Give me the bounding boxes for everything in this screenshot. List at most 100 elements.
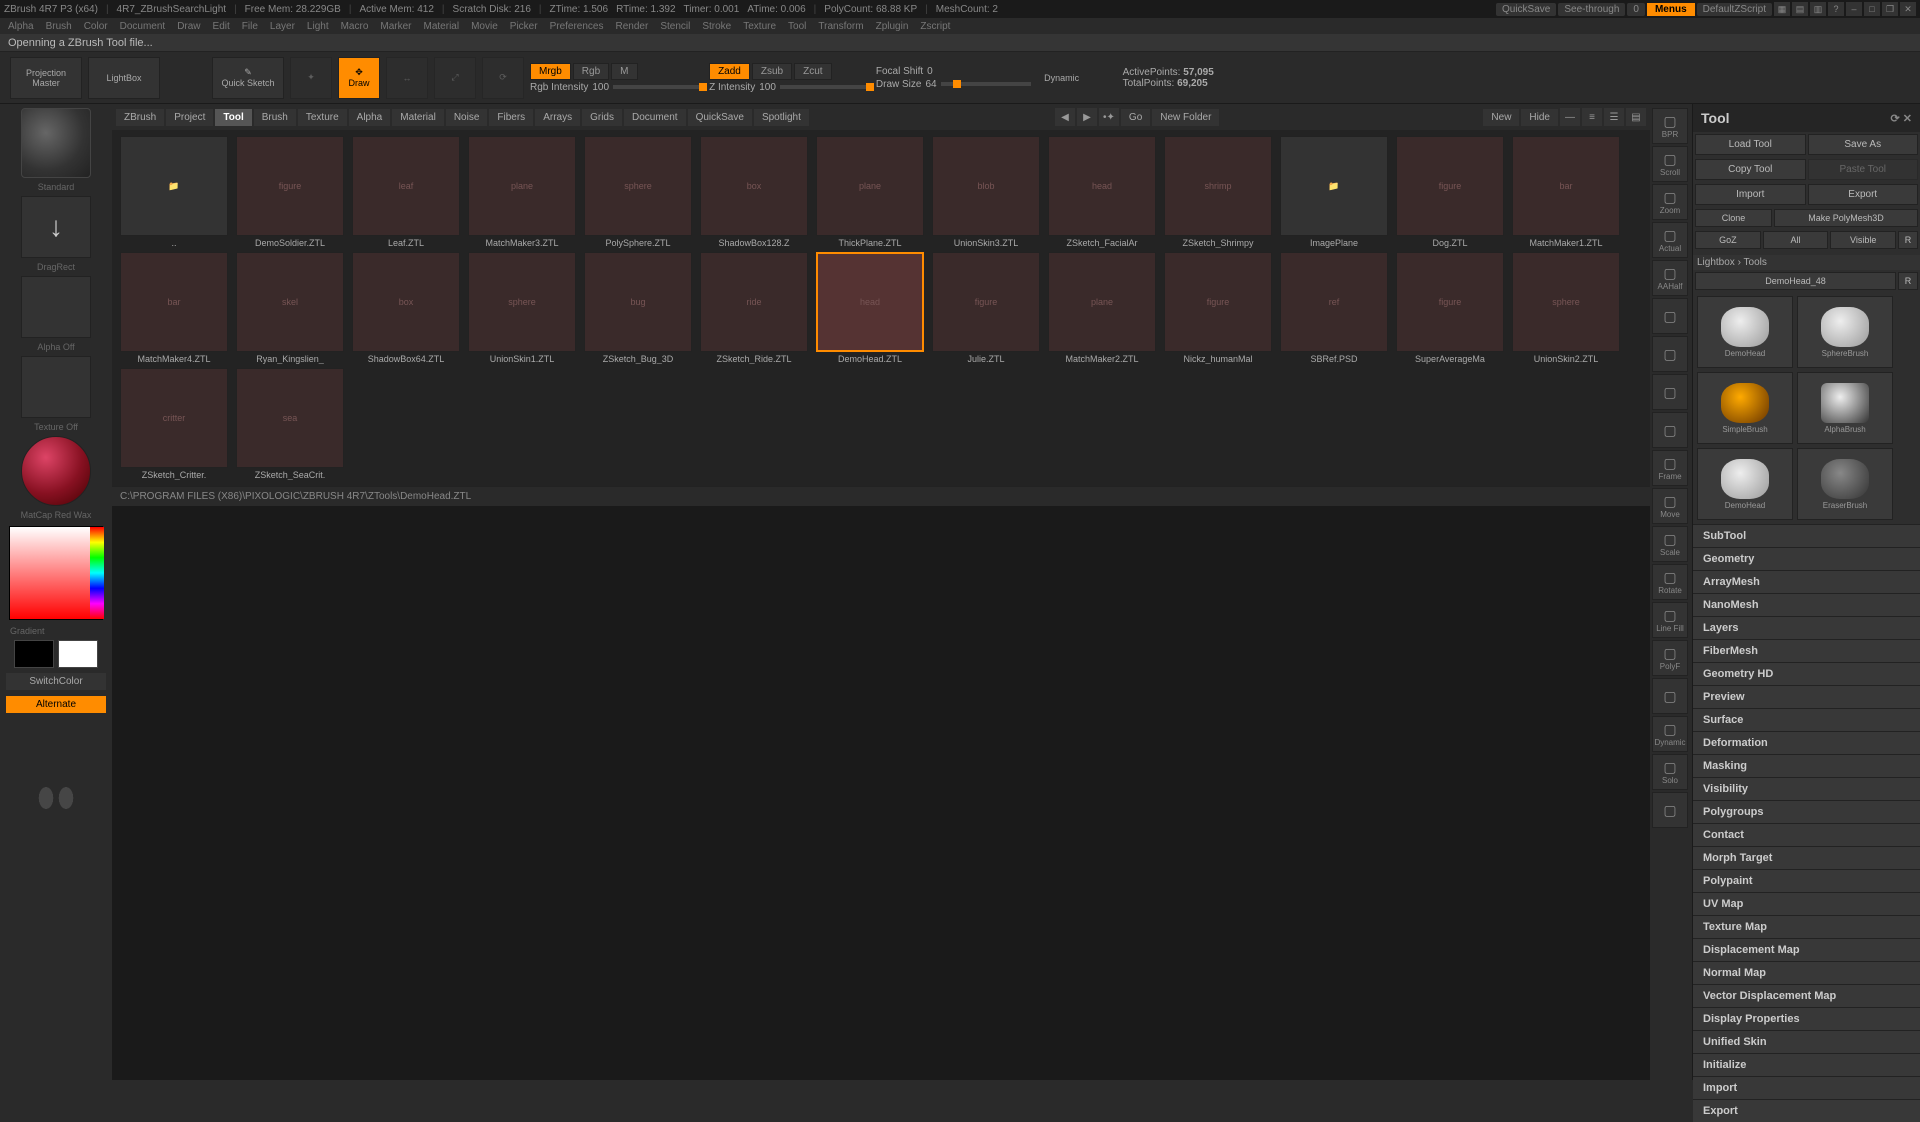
color-swatch-white[interactable] xyxy=(58,640,98,668)
lightbox-item[interactable]: planeMatchMaker2.ZTL xyxy=(1046,252,1158,364)
nav-prev-icon[interactable]: ◀ xyxy=(1055,108,1075,126)
lightbox-tab-tool[interactable]: Tool xyxy=(215,109,251,126)
menu-document[interactable]: Document xyxy=(120,21,166,32)
shelf-aahalf[interactable]: ▢AAHalf xyxy=(1652,260,1688,296)
lightbox-item[interactable]: shrimpZSketch_Shrimpy xyxy=(1162,136,1274,248)
lightbox-tab-brush[interactable]: Brush xyxy=(254,109,296,126)
view-large-icon[interactable]: ☰ xyxy=(1604,108,1624,126)
lightbox-item[interactable]: 📁ImagePlane xyxy=(1278,136,1390,248)
lightbox-item[interactable]: headZSketch_FacialAr xyxy=(1046,136,1158,248)
tool-thumb-demohead[interactable]: DemoHead xyxy=(1697,448,1793,520)
menu-zscript[interactable]: Zscript xyxy=(920,21,950,32)
lightbox-button[interactable]: LightBox xyxy=(88,57,160,99)
layout-icon[interactable]: ▦ xyxy=(1774,2,1790,16)
tool-thumb-alphabrush[interactable]: AlphaBrush xyxy=(1797,372,1893,444)
lightbox-tab-material[interactable]: Material xyxy=(392,109,444,126)
lightbox-tab-noise[interactable]: Noise xyxy=(446,109,488,126)
shelf-blank[interactable]: ▢ xyxy=(1652,336,1688,372)
tool-thumb-spherebrush[interactable]: SphereBrush xyxy=(1797,296,1893,368)
tool-thumb-eraserbrush[interactable]: EraserBrush xyxy=(1797,448,1893,520)
lightbox-tab-quicksave[interactable]: QuickSave xyxy=(688,109,752,126)
shelf-frame[interactable]: ▢Frame xyxy=(1652,450,1688,486)
shelf-polyf[interactable]: ▢PolyF xyxy=(1652,640,1688,676)
clone-button[interactable]: Clone xyxy=(1695,209,1772,227)
menu-texture[interactable]: Texture xyxy=(743,21,776,32)
menu-light[interactable]: Light xyxy=(307,21,329,32)
quick-sketch-button[interactable]: ✎ Quick Sketch xyxy=(212,57,284,99)
lightbox-item[interactable]: figureJulie.ZTL xyxy=(930,252,1042,364)
restore-icon[interactable]: ❐ xyxy=(1882,2,1898,16)
lightbox-tab-document[interactable]: Document xyxy=(624,109,686,126)
new-folder-button[interactable]: New Folder xyxy=(1152,109,1219,126)
category-visibility[interactable]: Visibility xyxy=(1693,777,1920,800)
menu-file[interactable]: File xyxy=(242,21,258,32)
lightbox-item[interactable]: 📁.. xyxy=(118,136,230,248)
maximize-icon[interactable]: □ xyxy=(1864,2,1880,16)
shelf-move[interactable]: ▢Move xyxy=(1652,488,1688,524)
r-button-2[interactable]: R xyxy=(1898,272,1918,290)
lightbox-tab-texture[interactable]: Texture xyxy=(298,109,347,126)
category-arraymesh[interactable]: ArrayMesh xyxy=(1693,570,1920,593)
paste-tool-button[interactable]: Paste Tool xyxy=(1808,159,1919,180)
lightbox-item[interactable]: figureSuperAverageMa xyxy=(1394,252,1506,364)
category-contact[interactable]: Contact xyxy=(1693,823,1920,846)
import-button[interactable]: Import xyxy=(1695,184,1806,205)
lightbox-item[interactable]: sphereUnionSkin2.ZTL xyxy=(1510,252,1622,364)
lightbox-tab-fibers[interactable]: Fibers xyxy=(489,109,533,126)
hide-button[interactable]: Hide xyxy=(1521,109,1558,126)
lightbox-tab-grids[interactable]: Grids xyxy=(582,109,622,126)
color-picker[interactable] xyxy=(9,526,103,620)
lightbox-item[interactable]: barMatchMaker4.ZTL xyxy=(118,252,230,364)
help-icon[interactable]: ? xyxy=(1828,2,1844,16)
move-icon[interactable]: ↔ xyxy=(386,57,428,99)
menu-draw[interactable]: Draw xyxy=(177,21,200,32)
category-displacement-map[interactable]: Displacement Map xyxy=(1693,938,1920,961)
gradient-label[interactable]: Gradient xyxy=(4,626,108,636)
lightbox-item[interactable]: critterZSketch_Critter. xyxy=(118,368,230,480)
z-intensity-slider[interactable] xyxy=(780,85,870,89)
lightbox-item[interactable]: seaZSketch_SeaCrit. xyxy=(234,368,346,480)
zadd-button[interactable]: Zadd xyxy=(709,63,750,80)
menu-alpha[interactable]: Alpha xyxy=(8,21,34,32)
mrgb-button[interactable]: Mrgb xyxy=(530,63,571,80)
category-uv-map[interactable]: UV Map xyxy=(1693,892,1920,915)
category-fibermesh[interactable]: FiberMesh xyxy=(1693,639,1920,662)
category-import[interactable]: Import xyxy=(1693,1076,1920,1099)
layout-icon[interactable]: ▤ xyxy=(1792,2,1808,16)
menus-button[interactable]: Menus xyxy=(1647,3,1695,16)
shelf-line-fill[interactable]: ▢Line Fill xyxy=(1652,602,1688,638)
lightbox-item[interactable]: skelRyan_Kingslien_ xyxy=(234,252,346,364)
menu-picker[interactable]: Picker xyxy=(510,21,538,32)
lightbox-item[interactable]: blobUnionSkin3.ZTL xyxy=(930,136,1042,248)
draw-button[interactable]: ✥ Draw xyxy=(338,57,380,99)
lightbox-item[interactable]: figureDog.ZTL xyxy=(1394,136,1506,248)
rgb-intensity-slider[interactable] xyxy=(613,85,703,89)
document-canvas[interactable] xyxy=(112,506,1650,1080)
menu-zplugin[interactable]: Zplugin xyxy=(876,21,909,32)
lightbox-item[interactable]: spherePolySphere.ZTL xyxy=(582,136,694,248)
lightbox-item[interactable]: refSBRef.PSD xyxy=(1278,252,1390,364)
category-subtool[interactable]: SubTool xyxy=(1693,524,1920,547)
lightbox-tab-spotlight[interactable]: Spotlight xyxy=(754,109,809,126)
category-nanomesh[interactable]: NanoMesh xyxy=(1693,593,1920,616)
alternate-button[interactable]: Alternate xyxy=(6,696,106,713)
menu-color[interactable]: Color xyxy=(84,21,108,32)
menu-marker[interactable]: Marker xyxy=(380,21,411,32)
menu-layer[interactable]: Layer xyxy=(270,21,295,32)
lightbox-item[interactable]: barMatchMaker1.ZTL xyxy=(1510,136,1622,248)
alpha-slot[interactable] xyxy=(21,276,91,338)
make-polymesh-button[interactable]: Make PolyMesh3D xyxy=(1774,209,1918,227)
dynamic-label[interactable]: Dynamic xyxy=(1037,57,1087,99)
view-med-icon[interactable]: ≡ xyxy=(1582,108,1602,126)
layout-icon[interactable]: ▥ xyxy=(1810,2,1826,16)
lightbox-item[interactable]: rideZSketch_Ride.ZTL xyxy=(698,252,810,364)
shelf-blank[interactable]: ▢ xyxy=(1652,374,1688,410)
menu-stencil[interactable]: Stencil xyxy=(660,21,690,32)
shelf-bpr[interactable]: ▢BPR xyxy=(1652,108,1688,144)
hue-strip[interactable] xyxy=(90,527,104,619)
lightbox-tab-alpha[interactable]: Alpha xyxy=(349,109,391,126)
shelf-solo[interactable]: ▢Solo xyxy=(1652,754,1688,790)
category-display-properties[interactable]: Display Properties xyxy=(1693,1007,1920,1030)
rotate-icon[interactable]: ⟳ xyxy=(482,57,524,99)
material-preview[interactable] xyxy=(21,436,91,506)
